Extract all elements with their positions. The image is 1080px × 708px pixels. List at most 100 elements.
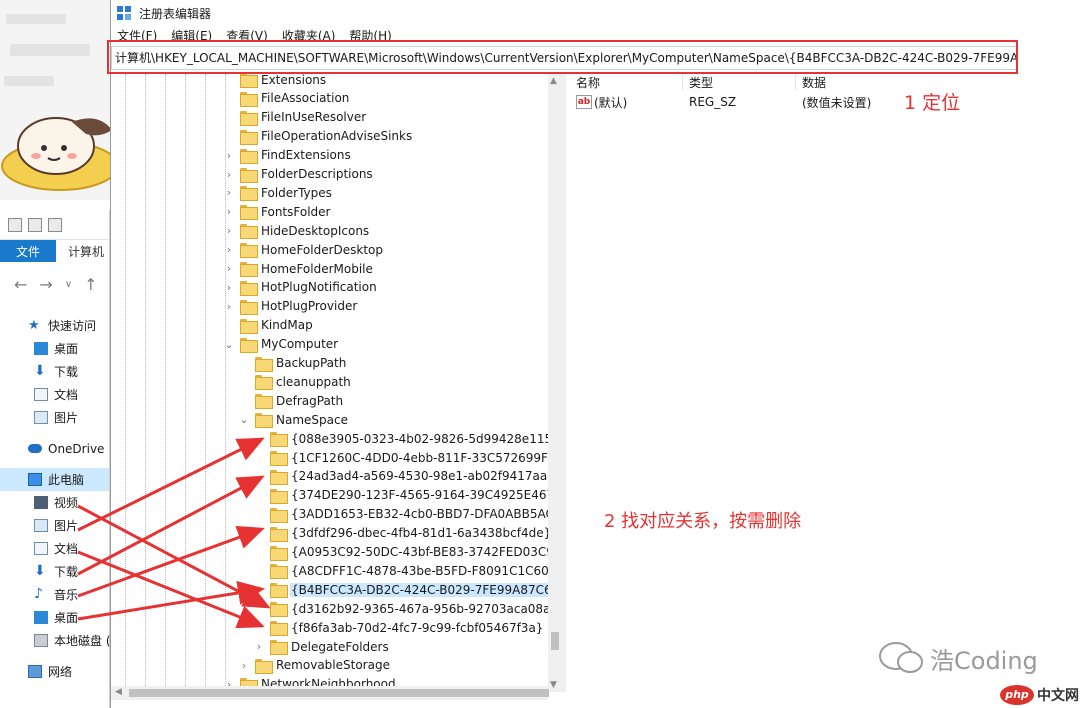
chevron-down-icon[interactable]: ⌄ — [238, 413, 250, 426]
tree-node[interactable]: {A8CDFF1C-4878-43be-B5FD-F8091C1C60D0} — [253, 561, 562, 580]
tree-node[interactable]: {1CF1260C-4DD0-4ebb-811F-33C572699FDE} — [253, 448, 562, 467]
tree-node-selected[interactable]: {B4BFCC3A-DB2C-424C-B029-7FE99A87C641} — [253, 580, 562, 599]
tree-node[interactable]: › HotPlugProvider — [223, 297, 358, 316]
back-arrow-icon[interactable]: ← — [14, 275, 27, 294]
properties-icon[interactable] — [28, 217, 42, 232]
tree-horizontal-scrollbar[interactable]: ◀ — [111, 686, 549, 700]
nav-item-music[interactable]: ♪ 音乐 — [0, 583, 109, 606]
nav-item-documents[interactable]: 文档 — [0, 383, 109, 406]
folder-icon — [270, 564, 288, 580]
nav-item-quick-access[interactable]: ★ 快速访问 — [0, 314, 109, 337]
folder-icon — [240, 91, 258, 107]
nav-item-documents-pc[interactable]: 文档 — [0, 537, 109, 560]
tree-node[interactable]: › HomeFolderMobile — [223, 259, 374, 278]
string-value-icon: ab — [576, 95, 592, 109]
tree-node[interactable]: {088e3905-0323-4b02-9826-5d99428e115f} — [253, 429, 562, 448]
tree-node[interactable]: FileOperationAdviseSinks — [223, 127, 413, 146]
chevron-right-icon[interactable]: › — [223, 168, 235, 181]
tree-node[interactable]: Extensions — [223, 74, 327, 89]
menu-favorites[interactable]: 收藏夹(A) — [282, 26, 336, 40]
tree-node[interactable]: {A0953C92-50DC-43bf-BE83-3742FED03C9C} — [253, 543, 562, 562]
nav-item-videos[interactable]: 视频 — [0, 491, 109, 514]
tree-node[interactable]: › DelegateFolders — [253, 637, 390, 656]
folder-icon — [255, 413, 273, 429]
tree-node[interactable]: › FolderDescriptions — [223, 165, 374, 184]
value-row[interactable]: ab (默认) REG_SZ (数值未设置) — [570, 90, 1080, 114]
scroll-down-arrow-icon[interactable]: ▼ — [550, 680, 557, 690]
tree-node[interactable]: BackupPath — [238, 354, 347, 373]
nav-item-network[interactable]: 网络 — [0, 660, 109, 683]
menu-help[interactable]: 帮助(H) — [349, 26, 391, 40]
tree-node[interactable]: › FontsFolder — [223, 202, 331, 221]
tree-node-label: FindExtensions — [261, 148, 351, 163]
scroll-up-arrow-icon[interactable]: ▲ — [550, 76, 557, 86]
tree-node[interactable]: {3ADD1653-EB32-4cb0-BBD7-DFA0ABB5ACCA} — [253, 505, 562, 524]
chevron-right-icon[interactable]: › — [223, 149, 235, 162]
tree-node-label: HotPlugProvider — [261, 299, 358, 314]
registry-tree-pane[interactable]: Extensions FileAssociation FileInUseResolv… — [111, 74, 566, 692]
scrollbar-thumb[interactable] — [551, 632, 559, 650]
folder-icon — [240, 148, 258, 164]
navigation-pane: ★ 快速访问 桌面 ⬇ 下载 文档 图片 OneDrive 此电脑 视频 图片 … — [0, 306, 111, 683]
tree-node[interactable]: FileInUseResolver — [223, 108, 367, 127]
tree-node[interactable]: ⌄ NameSpace — [238, 410, 349, 429]
tree-node[interactable]: › HotPlugNotification — [223, 278, 378, 297]
tree-node-label: DelegateFolders — [291, 639, 389, 654]
menu-file[interactable]: 文件(F) — [117, 26, 157, 40]
up-arrow-icon[interactable]: ↑ — [84, 275, 97, 294]
tree-node[interactable]: › RemovableStorage — [238, 656, 391, 675]
tree-node[interactable]: › FolderTypes — [223, 183, 333, 202]
folder-icon — [270, 640, 288, 655]
tree-node[interactable]: DefragPath — [238, 391, 344, 410]
chevron-right-icon[interactable]: › — [238, 659, 250, 672]
nav-item-onedrive[interactable]: OneDrive — [0, 437, 109, 460]
nav-item-downloads[interactable]: ⬇ 下载 — [0, 360, 109, 383]
folder-icon — [240, 337, 258, 353]
tree-node[interactable]: ⌄ MyComputer — [223, 335, 339, 354]
tree-node[interactable]: {24ad3ad4-a569-4530-98e1-ab02f9417aa8} — [253, 467, 562, 486]
tree-node[interactable]: › FindExtensions — [223, 146, 352, 165]
chevron-right-icon[interactable]: › — [223, 205, 235, 218]
tree-node-label: {3dfdf296-dbec-4fb4-81d1-6a3438bcf4de} — [291, 526, 552, 541]
tab-computer[interactable]: 计算机 — [56, 240, 104, 262]
folder-icon — [240, 129, 258, 145]
tree-node[interactable]: {374DE290-123F-4565-9164-39C4925E467B} — [253, 486, 562, 505]
nav-item-desktop[interactable]: 桌面 — [0, 337, 109, 360]
forward-arrow-icon[interactable]: → — [39, 275, 52, 294]
tree-node[interactable]: FileAssociation — [223, 89, 350, 108]
nav-item-pictures[interactable]: 图片 — [0, 406, 109, 429]
chevron-right-icon[interactable]: › — [223, 262, 235, 275]
column-header-type[interactable]: 类型 — [683, 74, 796, 90]
chevron-right-icon[interactable]: › — [253, 640, 265, 653]
new-folder-icon[interactable] — [48, 217, 62, 232]
chevron-right-icon[interactable]: › — [223, 186, 235, 199]
chevron-right-icon[interactable]: › — [223, 243, 235, 256]
chevron-right-icon[interactable]: › — [223, 281, 235, 294]
tree-node[interactable]: KindMap — [223, 316, 314, 335]
tree-node[interactable]: {d3162b92-9365-467a-956b-92703aca08af} — [253, 599, 562, 618]
tree-node[interactable]: {3dfdf296-dbec-4fb4-81d1-6a3438bcf4de} — [253, 524, 552, 543]
menu-view[interactable]: 查看(V) — [226, 26, 268, 40]
tab-file[interactable]: 文件 — [0, 240, 56, 262]
nav-item-desktop-pc[interactable]: 桌面 — [0, 606, 109, 629]
chevron-right-icon[interactable]: › — [223, 300, 235, 313]
column-header-name[interactable]: 名称 — [570, 74, 683, 90]
tree-node[interactable]: › HomeFolderDesktop — [223, 240, 384, 259]
tree-node[interactable]: › HideDesktopIcons — [223, 221, 370, 240]
computer-icon[interactable] — [8, 217, 22, 232]
chevron-right-icon[interactable]: › — [223, 224, 235, 237]
cloud-icon — [28, 444, 42, 453]
chevron-down-icon[interactable]: ∨ — [65, 279, 72, 290]
tree-node[interactable]: cleanuppath — [238, 372, 352, 391]
nav-item-local-disk[interactable]: 本地磁盘 ( — [0, 629, 111, 652]
tree-node[interactable]: {f86fa3ab-70d2-4fc7-9c99-fcbf05467f3a} — [253, 618, 544, 637]
nav-item-downloads-pc[interactable]: ⬇ 下载 — [0, 560, 109, 583]
tree-vertical-scrollbar[interactable]: ▲ ▼ — [548, 74, 562, 692]
nav-item-pictures-pc[interactable]: 图片 — [0, 514, 109, 537]
menu-edit[interactable]: 编辑(E) — [171, 26, 212, 40]
scroll-left-arrow-icon[interactable]: ◀ — [115, 687, 122, 697]
nav-item-this-pc[interactable]: 此电脑 — [0, 468, 109, 491]
chevron-down-icon[interactable]: ⌄ — [223, 338, 235, 351]
scrollbar-thumb[interactable] — [129, 689, 549, 697]
values-list-pane: 名称 类型 数据 ab (默认) REG_SZ (数值未设置) — [570, 74, 1080, 708]
